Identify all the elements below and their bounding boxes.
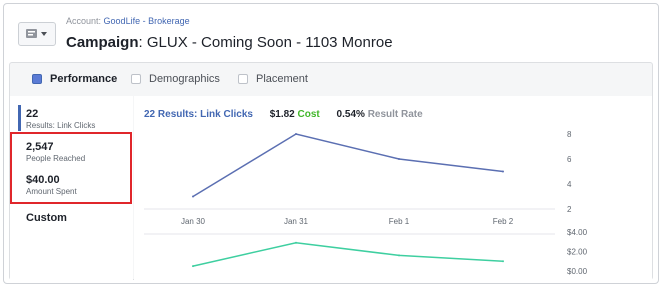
- y-tick-label: 4: [567, 180, 572, 189]
- series-line: [192, 133, 504, 198]
- y-tick-label: 8: [567, 130, 572, 139]
- data-point: [398, 158, 400, 160]
- y-tick-label: 6: [567, 155, 572, 164]
- results-chart: 8 6 4 2 Jan 30 Jan 31 Feb 1 Feb 2: [144, 130, 572, 226]
- y-tick-label: $0.00: [567, 267, 588, 276]
- y-tick-label: $4.00: [567, 228, 588, 237]
- data-point: [192, 265, 194, 268]
- y-tick-label: $2.00: [567, 248, 588, 257]
- x-tick-label: Jan 31: [284, 217, 309, 226]
- data-point: [192, 195, 194, 198]
- data-point: [398, 254, 400, 257]
- data-point: [295, 241, 297, 244]
- data-point: [502, 170, 504, 173]
- x-tick-label: Jan 30: [181, 217, 206, 226]
- cost-chart: $4.00 $2.00 $0.00: [144, 228, 588, 276]
- y-tick-label: 2: [567, 205, 572, 214]
- data-point: [295, 133, 297, 135]
- performance-charts: 8 6 4 2 Jan 30 Jan 31 Feb 1 Feb 2 $4.00 $2.00 $0.…: [144, 130, 588, 276]
- series-line: [192, 241, 504, 267]
- x-tick-label: Feb 2: [493, 217, 514, 226]
- x-tick-label: Feb 1: [389, 217, 410, 226]
- data-point: [502, 260, 504, 263]
